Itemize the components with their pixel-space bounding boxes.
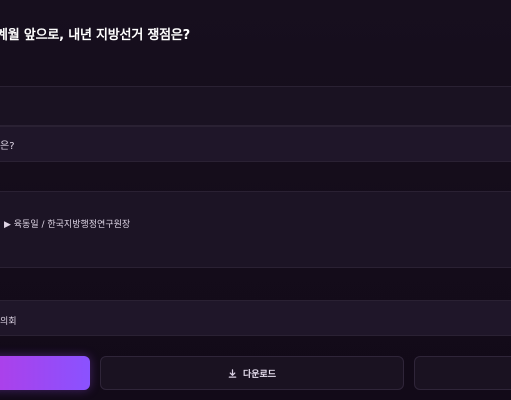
download-label: 다운로드 — [242, 369, 277, 380]
question-text: 은? — [0, 141, 15, 152]
page: 계월 앞으로, 내년 지방선거 쟁점은? 은? ▶ 육동일 / 한국지방행정연구… — [0, 0, 511, 400]
primary-action-button[interactable] — [0, 356, 90, 390]
program-text: 의회 — [0, 317, 17, 327]
download-icon — [228, 368, 237, 378]
question-row[interactable]: 은? — [0, 126, 511, 162]
secondary-action-button[interactable] — [414, 356, 511, 390]
speaker-text: ▶ 육동일 / 한국지방행정연구원장 — [4, 220, 131, 230]
program-row[interactable]: 의회 — [0, 300, 511, 336]
page-title: 계월 앞으로, 내년 지방선거 쟁점은? — [0, 28, 191, 43]
download-button[interactable]: 다운로드 — [100, 356, 404, 390]
speaker-panel: ▶ 육동일 / 한국지방행정연구원장 — [0, 191, 511, 268]
divider-band — [0, 86, 511, 126]
